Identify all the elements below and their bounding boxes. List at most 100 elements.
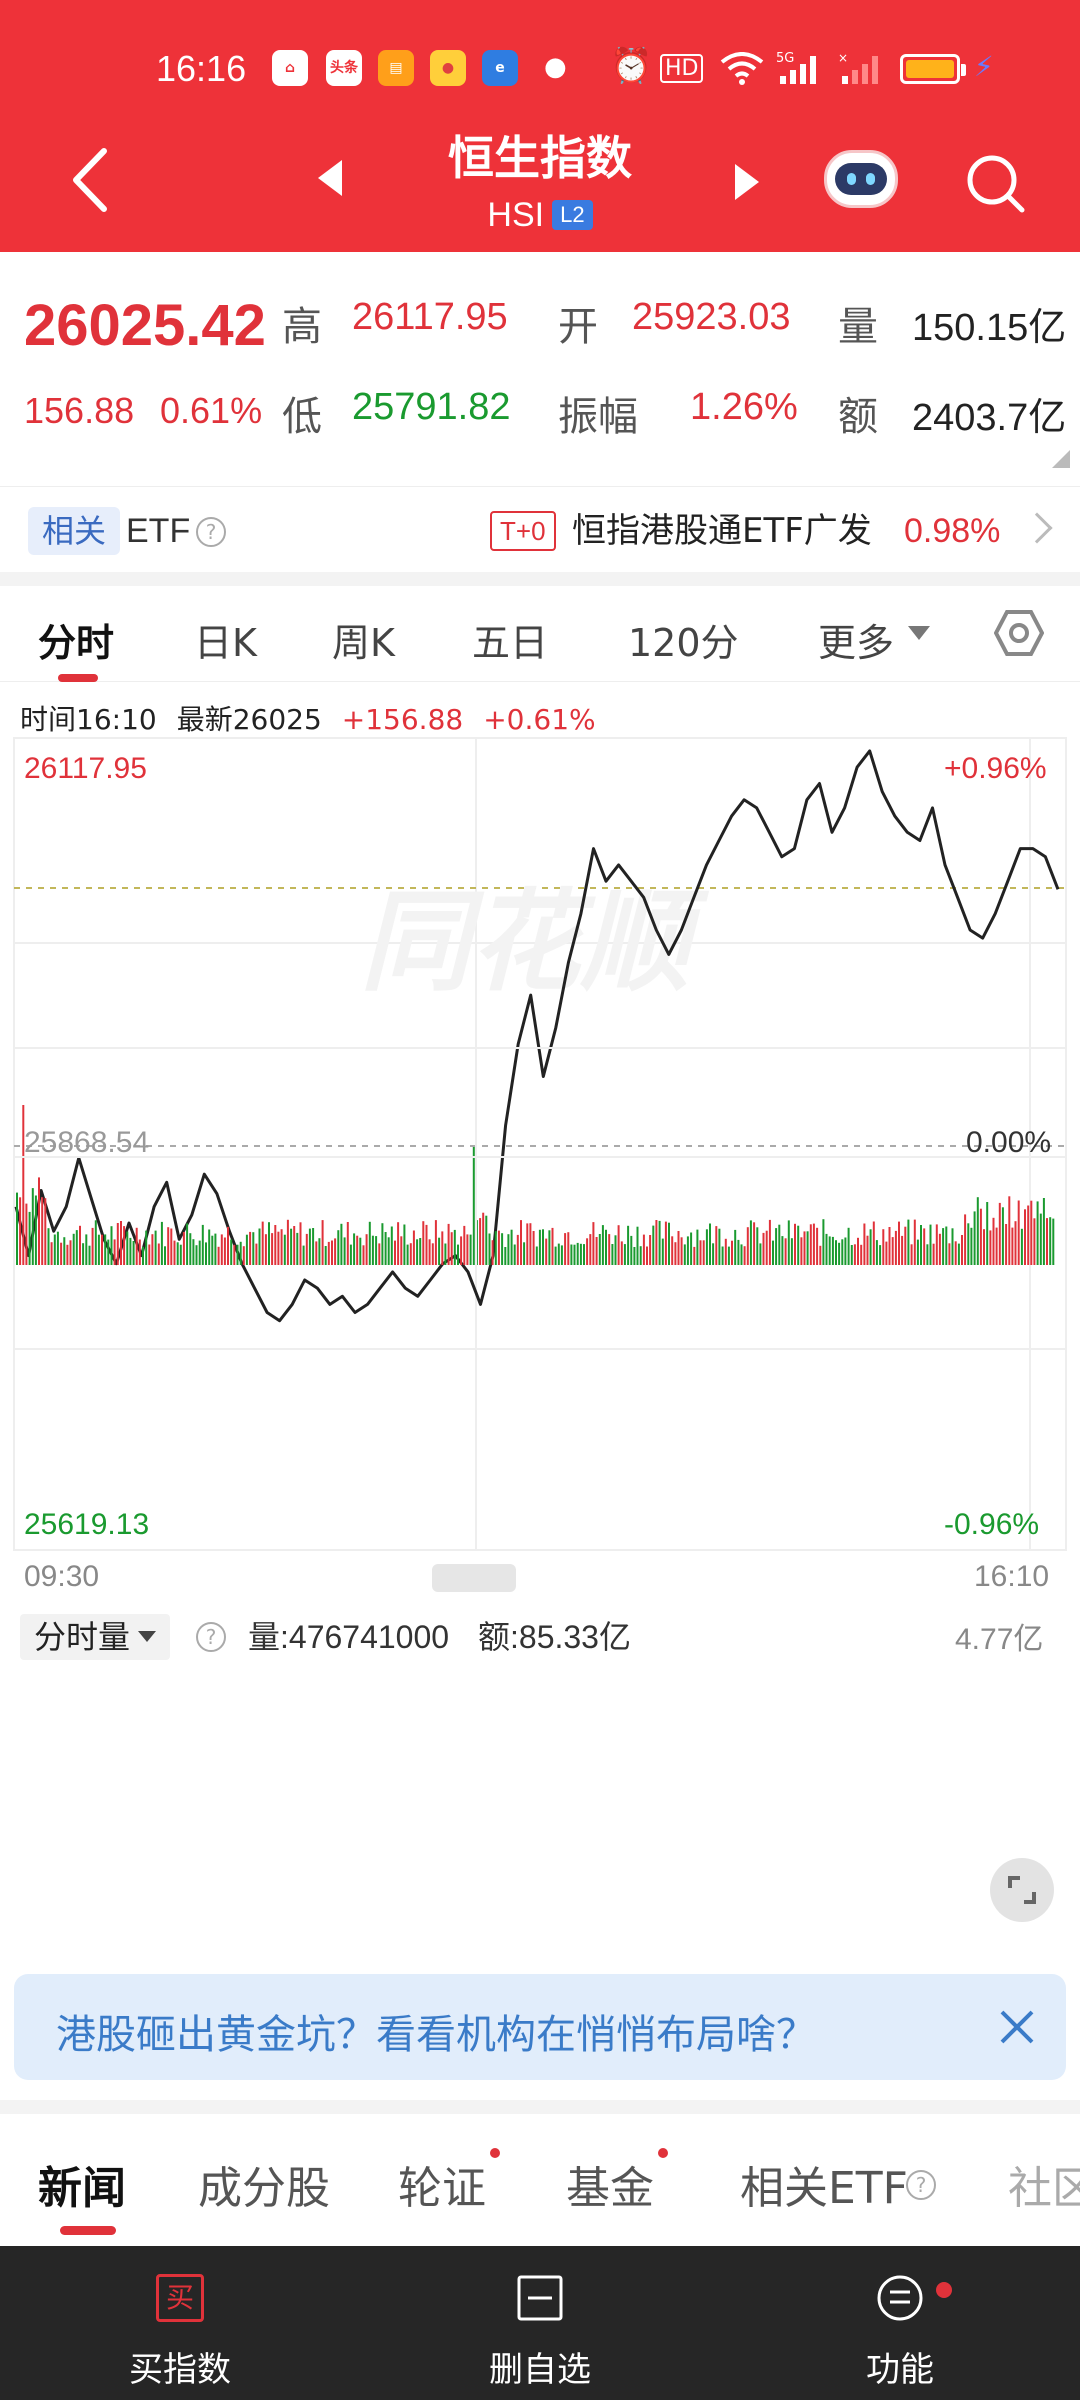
volume-bar xyxy=(85,1234,88,1265)
pct-mid-label: 0.00% xyxy=(966,1126,1052,1159)
more-notifications-dot-icon: ● xyxy=(544,52,567,82)
chart-drag-handle[interactable] xyxy=(432,1564,516,1592)
volume-bar xyxy=(501,1233,504,1265)
remove-watchlist-button[interactable]: 删自选 xyxy=(410,2246,670,2400)
volume-bar xyxy=(167,1227,170,1265)
tab-weekly-k[interactable]: 周K xyxy=(332,612,395,667)
buy-index-button[interactable]: 买 买指数 xyxy=(50,2246,310,2400)
tab-warrants[interactable]: 轮证 xyxy=(398,2152,486,2216)
tab-related-etf[interactable]: 相关ETF xyxy=(740,2152,908,2216)
volume-bar xyxy=(195,1245,198,1265)
volume-bar xyxy=(94,1220,97,1265)
volume-bar xyxy=(441,1231,444,1265)
volume-bar xyxy=(652,1225,655,1265)
volume-bar xyxy=(482,1212,485,1265)
help-icon[interactable]: ? xyxy=(906,2170,936,2200)
chart-settings-icon[interactable] xyxy=(994,608,1044,658)
volume-bar xyxy=(497,1230,500,1265)
volume-bar xyxy=(302,1245,305,1265)
volume-bar xyxy=(362,1245,365,1265)
volume-bar xyxy=(775,1228,778,1265)
volume-bar xyxy=(154,1230,157,1265)
volume-bar xyxy=(1014,1221,1017,1265)
y-bottom-label: 25619.13 xyxy=(24,1508,150,1541)
volume-bar xyxy=(794,1223,796,1265)
volume-bar xyxy=(661,1238,664,1265)
watermark: 同花顺 xyxy=(360,878,710,1006)
prev-index-arrow-icon[interactable] xyxy=(318,160,342,196)
volume-bar xyxy=(453,1229,456,1265)
volume-bar xyxy=(740,1244,743,1265)
volume-bar xyxy=(390,1226,393,1265)
volume-bar xyxy=(434,1220,437,1265)
charging-icon: ⚡ xyxy=(974,50,994,83)
intraday-chart[interactable]: 同花顺 xyxy=(0,730,1080,1590)
expand-quote-icon[interactable] xyxy=(1052,450,1070,468)
tab-community[interactable]: 社区 xyxy=(1008,2152,1080,2216)
volume-bar xyxy=(312,1228,315,1265)
volume-bar xyxy=(1030,1200,1033,1265)
volume-bar xyxy=(551,1227,554,1265)
volume-bar xyxy=(598,1234,601,1265)
search-icon[interactable] xyxy=(964,152,1026,214)
functions-button[interactable]: 功能 xyxy=(770,2246,1030,2400)
volume-indicator-select[interactable]: 分时量 xyxy=(20,1614,171,1660)
close-icon[interactable] xyxy=(994,2004,1040,2050)
volume-bar xyxy=(331,1240,333,1265)
tab-daily-k[interactable]: 日K xyxy=(194,612,257,667)
fullscreen-icon[interactable] xyxy=(990,1858,1054,1922)
help-icon[interactable]: ? xyxy=(196,1622,226,1652)
home-app-icon: ⌂ xyxy=(272,50,308,86)
tab-constituents[interactable]: 成分股 xyxy=(198,2152,330,2216)
volume-bar xyxy=(1008,1196,1011,1265)
volume-bar xyxy=(863,1223,866,1265)
volume-bar xyxy=(715,1226,718,1265)
etf-label: ETF xyxy=(126,512,191,550)
volume-bar xyxy=(91,1227,94,1265)
promo-banner[interactable]: 港股砸出黄金坑？看看机构在悄悄布局啥？ xyxy=(14,1974,1066,2080)
volume-bar xyxy=(97,1234,100,1265)
volume-bar xyxy=(560,1245,563,1265)
help-icon[interactable]: ? xyxy=(196,517,226,547)
volume-bar xyxy=(472,1147,475,1265)
volume-bar xyxy=(853,1244,856,1265)
volume-bar xyxy=(998,1202,1001,1265)
low-value: 25791.82 xyxy=(352,386,511,428)
volume-bar xyxy=(192,1239,195,1265)
t0-badge: T+0 xyxy=(490,511,556,551)
period-tabs: 分时 日K 周K 五日 120分 更多 xyxy=(0,586,1080,682)
volume-bar xyxy=(327,1241,330,1265)
volume-bar xyxy=(280,1229,283,1265)
tab-funds[interactable]: 基金 xyxy=(566,2152,654,2216)
volume-bar xyxy=(176,1242,179,1265)
volume-bar xyxy=(75,1230,78,1265)
volume-bar xyxy=(126,1231,129,1265)
ai-assistant-robot-icon[interactable] xyxy=(824,150,898,208)
volume-bar xyxy=(353,1233,356,1265)
related-etf-row[interactable]: 相关 ETF ? T+0 恒指港股通ETF广发 0.98% xyxy=(0,486,1080,572)
volume-bar xyxy=(220,1234,223,1265)
volume-bar xyxy=(88,1245,91,1265)
volume-bar xyxy=(762,1232,765,1265)
tab-intraday[interactable]: 分时 xyxy=(38,612,114,667)
next-index-arrow-icon[interactable] xyxy=(735,164,759,200)
volume-bar xyxy=(198,1240,201,1265)
tab-120min[interactable]: 120分 xyxy=(628,612,739,667)
volume-bar xyxy=(737,1239,740,1265)
volume-bar xyxy=(1027,1205,1030,1265)
volume-bar xyxy=(564,1233,567,1265)
volume-bar xyxy=(683,1244,686,1265)
volume-bar xyxy=(416,1239,419,1265)
tab-news[interactable]: 新闻 xyxy=(38,2152,126,2216)
volume-bar xyxy=(337,1230,340,1265)
volume-bar xyxy=(983,1229,985,1265)
tab-more[interactable]: 更多 xyxy=(818,612,894,667)
etf-change-percent: 0.98% xyxy=(904,512,1001,550)
volume-bars xyxy=(14,1047,1066,1265)
tab-five-day[interactable]: 五日 xyxy=(472,612,548,667)
level-badge: L2 xyxy=(552,200,593,230)
volume-bar xyxy=(882,1229,885,1265)
back-icon[interactable] xyxy=(70,145,110,215)
volume-bar xyxy=(28,1211,31,1265)
volume-bar xyxy=(938,1233,941,1265)
